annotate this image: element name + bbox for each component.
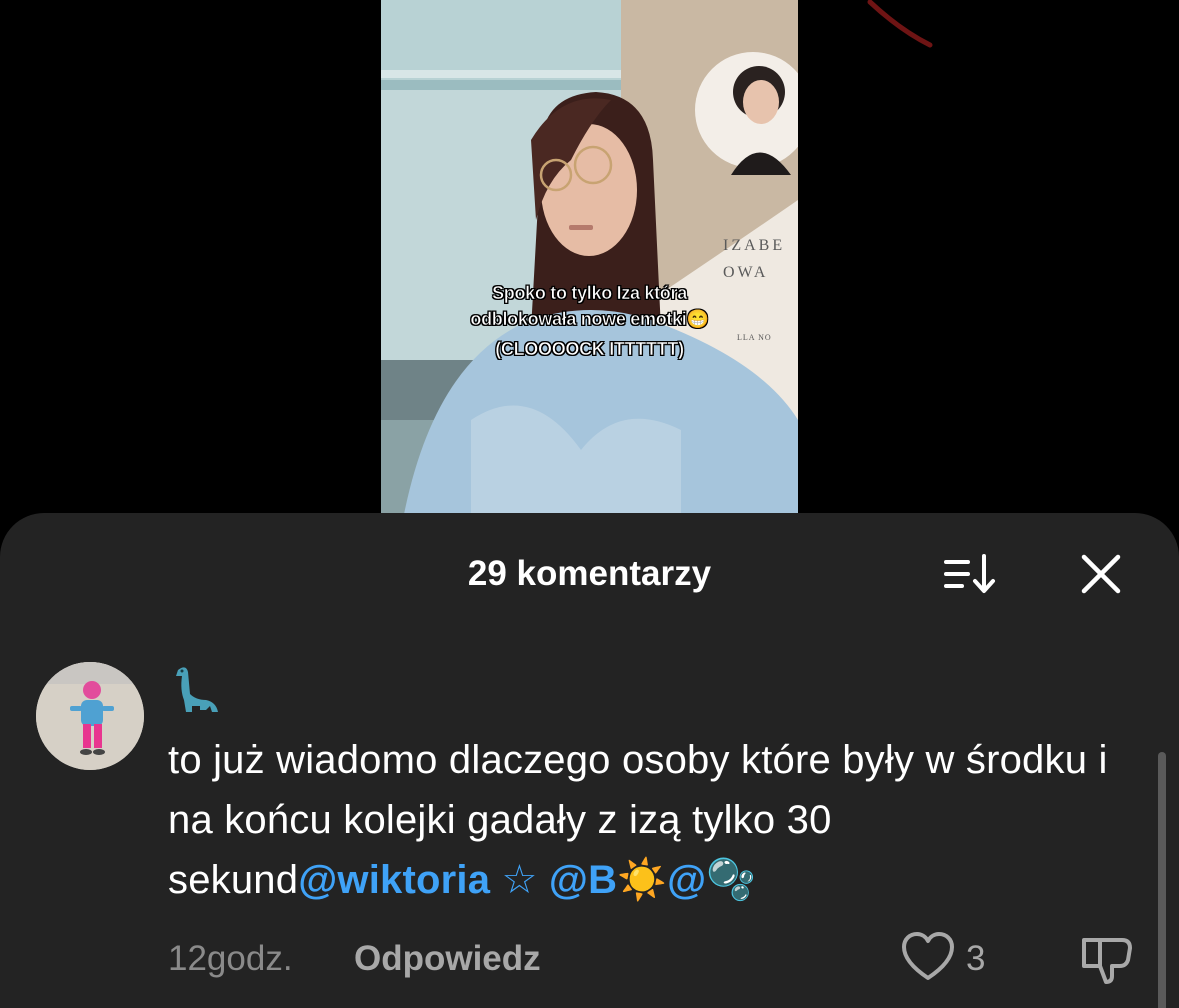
mention-b[interactable]: @B☀️ (549, 858, 667, 902)
video-caption-line-2: odblokowała nowe emotki😁 (470, 309, 709, 330)
banner-text-bottom: OWA (723, 264, 768, 281)
comment-text: to już wiadomo dlaczego osoby które były… (168, 730, 1158, 910)
reply-button[interactable]: Odpowiedz (354, 937, 541, 981)
close-icon[interactable] (1078, 551, 1124, 597)
mention-wiktoria[interactable]: @wiktoria ☆ (298, 858, 537, 902)
mention-bubbles[interactable]: @🫧 (667, 858, 756, 902)
video-caption-line-3: (CLOOOOCK ITTTTTT) (495, 339, 684, 360)
comments-title: 29 komentarzy (467, 554, 712, 593)
avatar-image (36, 662, 144, 770)
screen: IZABE OWA LLA NO Spoko to tylko Iza któr… (0, 0, 1179, 1008)
video-frame: IZABE OWA LLA NO (381, 0, 798, 530)
heart-icon[interactable] (900, 930, 956, 984)
username-dinosaur-emoji[interactable] (166, 660, 222, 716)
annotation-scribble (867, 0, 933, 48)
scrollbar[interactable] (1158, 752, 1166, 1008)
comment-timestamp: 12godz. (168, 939, 293, 978)
thumbs-down-icon[interactable] (1078, 930, 1136, 986)
like-count: 3 (966, 939, 986, 978)
sort-icon[interactable] (940, 550, 998, 600)
banner-text-top: IZABE (723, 237, 785, 254)
video-player[interactable]: IZABE OWA LLA NO Spoko to tylko Iza któr… (381, 0, 798, 530)
avatar[interactable] (36, 662, 144, 770)
video-caption-line-1: Spoko to tylko Iza która (492, 283, 688, 304)
